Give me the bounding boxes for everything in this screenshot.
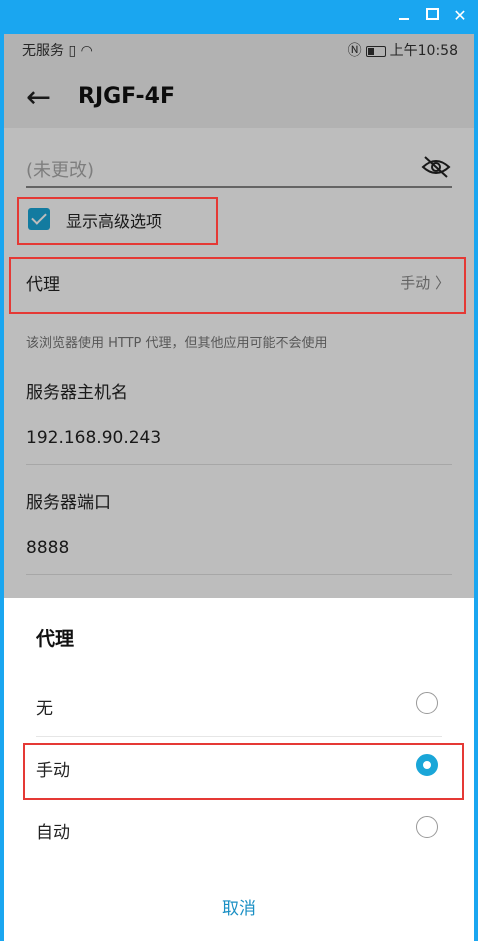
cancel-button[interactable]: 取消 (4, 894, 474, 919)
highlight-proxy-row (9, 257, 466, 314)
highlight-advanced-options (17, 197, 218, 245)
highlight-manual-option (23, 743, 464, 800)
option-auto-label: 自动 (36, 823, 70, 843)
close-icon[interactable]: ✕ (452, 8, 468, 24)
window-border-right (474, 34, 478, 941)
maximize-icon[interactable] (424, 8, 440, 24)
phone-screen: 无服务 ▯ ◠ Ⓝ 上午10:58 ← RJGF-4F (未更改) 显示高级选项 … (4, 34, 474, 941)
option-auto-radio[interactable] (416, 816, 438, 838)
option-auto[interactable]: 自动 (4, 800, 474, 860)
option-divider (36, 736, 442, 737)
option-none[interactable]: 无 (4, 676, 474, 736)
dialog-title: 代理 (36, 628, 75, 650)
option-none-label: 无 (36, 699, 53, 719)
minimize-icon[interactable] (396, 8, 412, 24)
option-none-radio[interactable] (416, 692, 438, 714)
